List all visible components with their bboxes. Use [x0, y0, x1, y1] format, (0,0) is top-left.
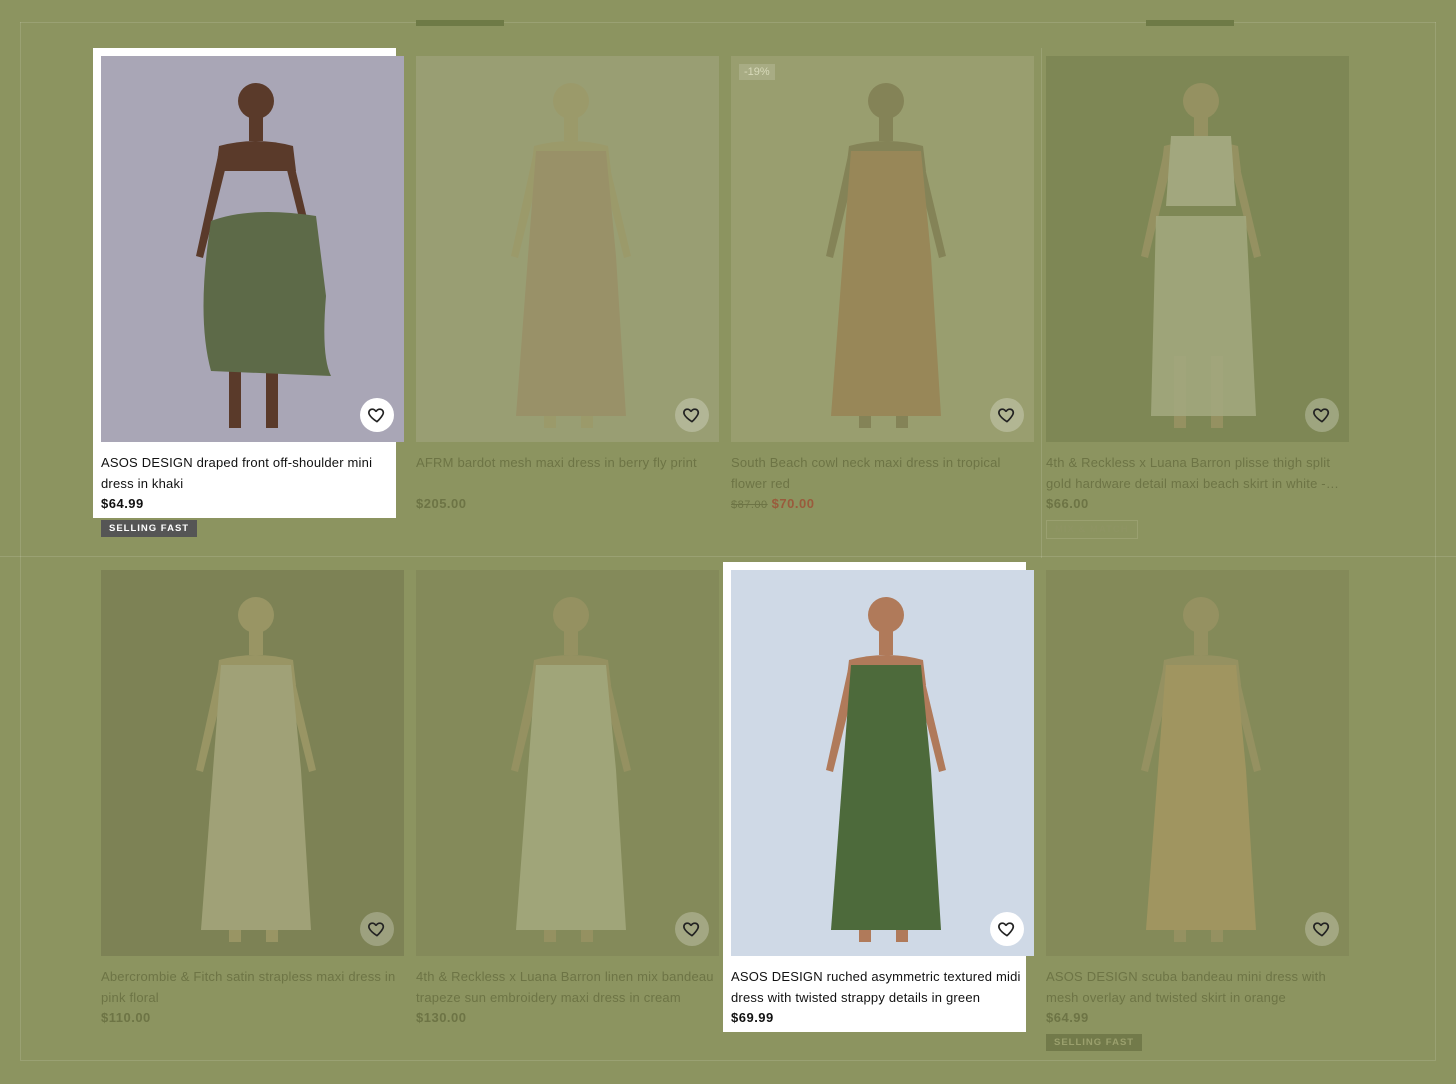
product-title[interactable]: ASOS DESIGN scuba bandeau mini dress wit… [1046, 966, 1346, 1008]
product-price: $64.99 [1046, 1010, 1089, 1025]
heart-outline-icon[interactable] [675, 912, 709, 946]
product-card[interactable]: ASOS DESIGN ruched asymmetric textured m… [723, 562, 1034, 1032]
product-title[interactable]: Abercrombie & Fitch satin strapless maxi… [101, 966, 401, 1008]
product-price: $87.00 $70.00 [731, 496, 815, 511]
product-price: $205.00 [416, 496, 467, 511]
product-image[interactable] [101, 56, 404, 442]
product-tag: MIX & MATCH [1046, 520, 1138, 539]
product-title[interactable]: 4th & Reckless x Luana Barron plisse thi… [1046, 452, 1346, 494]
product-card[interactable]: -19% South Beach cowl neck maxi dress in … [723, 48, 1034, 518]
product-image[interactable] [416, 570, 719, 956]
product-card[interactable]: AFRM bardot mesh maxi dress in berry fly… [408, 48, 719, 518]
top-bar-right [1146, 20, 1234, 26]
product-price: $110.00 [101, 1010, 151, 1025]
product-price: $64.99 [101, 496, 144, 511]
product-image[interactable] [731, 570, 1034, 956]
product-card[interactable]: Abercrombie & Fitch satin strapless maxi… [93, 562, 404, 1032]
product-title[interactable]: ASOS DESIGN ruched asymmetric textured m… [731, 966, 1031, 1008]
heart-outline-icon[interactable] [675, 398, 709, 432]
product-price: $69.99 [731, 1010, 774, 1025]
product-card[interactable]: ASOS DESIGN draped front off-shoulder mi… [93, 48, 404, 537]
product-image[interactable] [416, 56, 719, 442]
product-price: $130.00 [416, 1010, 467, 1025]
discount-badge: -19% [739, 64, 775, 80]
product-card[interactable]: ASOS DESIGN scuba bandeau mini dress wit… [1038, 562, 1349, 1051]
heart-outline-icon[interactable] [360, 398, 394, 432]
heart-outline-icon[interactable] [360, 912, 394, 946]
top-bar-left [416, 20, 504, 26]
product-image[interactable] [101, 570, 404, 956]
product-card[interactable]: 4th & Reckless x Luana Barron linen mix … [408, 562, 719, 1032]
product-title[interactable]: South Beach cowl neck maxi dress in trop… [731, 452, 1031, 494]
heart-outline-icon[interactable] [1305, 398, 1339, 432]
heart-outline-icon[interactable] [990, 912, 1024, 946]
product-tag: SELLING FAST [1046, 1034, 1143, 1051]
heart-outline-icon[interactable] [990, 398, 1024, 432]
product-title[interactable]: AFRM bardot mesh maxi dress in berry fly… [416, 452, 716, 473]
product-price: $66.00 [1046, 496, 1089, 511]
product-title[interactable]: ASOS DESIGN draped front off-shoulder mi… [101, 452, 401, 494]
product-title[interactable]: 4th & Reckless x Luana Barron linen mix … [416, 966, 716, 1008]
product-image[interactable]: -19% [731, 56, 1034, 442]
product-image[interactable] [1046, 56, 1349, 442]
product-image[interactable] [1046, 570, 1349, 956]
product-card[interactable]: 4th & Reckless x Luana Barron plisse thi… [1038, 48, 1349, 539]
product-tag: SELLING FAST [101, 520, 198, 537]
heart-outline-icon[interactable] [1305, 912, 1339, 946]
